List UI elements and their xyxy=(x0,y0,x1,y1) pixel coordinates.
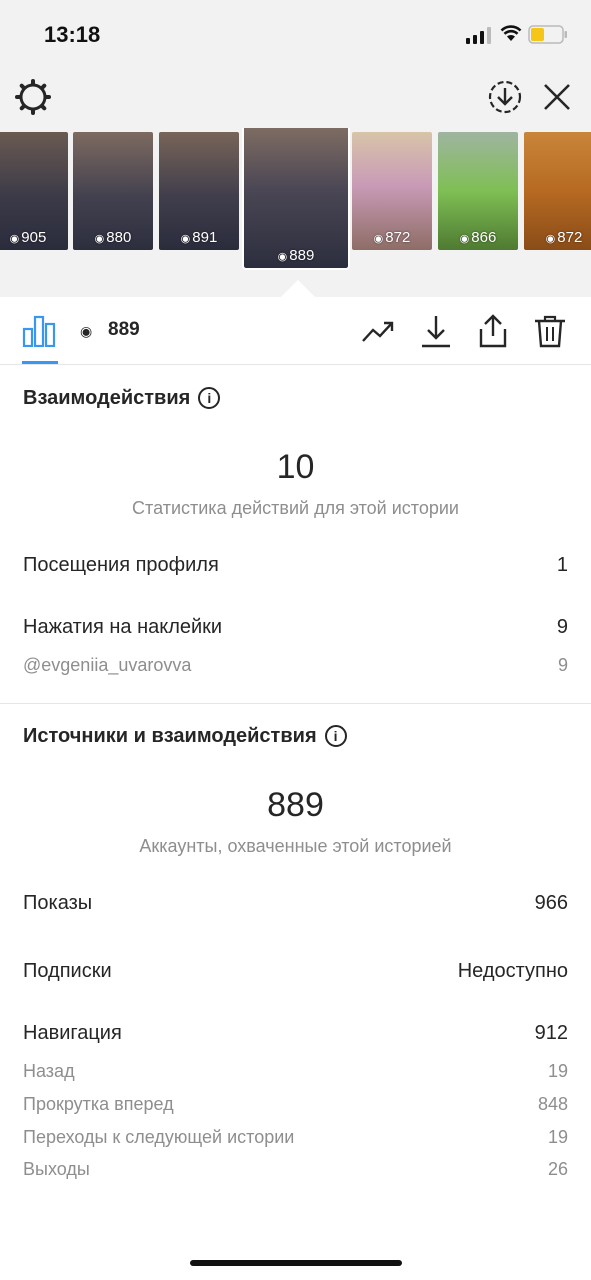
stat-label: Переходы к следующей истории xyxy=(23,1127,295,1147)
stat-value: 19 xyxy=(547,1061,568,1081)
wifi-icon xyxy=(500,25,522,41)
status-time: 13:18 xyxy=(44,22,101,47)
story-view-count: ◉ 872 xyxy=(373,229,411,246)
eye-icon: ◉ xyxy=(373,233,384,245)
stat-row: Нажатия на наклейки 9 xyxy=(23,616,568,639)
stat-value: 19 xyxy=(547,1127,568,1147)
story-thumbnail[interactable]: ◉ 872 xyxy=(524,132,591,250)
eye-icon: ◉ xyxy=(94,233,105,245)
story-view-count: ◉ 872 xyxy=(545,229,583,246)
interactions-title: Взаимодействия i xyxy=(23,387,221,410)
eye-icon: ◉ xyxy=(9,233,20,245)
save-story-icon[interactable] xyxy=(486,78,524,116)
signal-icon xyxy=(466,27,491,44)
stat-value: 9 xyxy=(557,655,568,675)
stat-label: Нажатия на наклейки xyxy=(23,616,223,638)
stat-row: Посещения профиля 1 xyxy=(23,554,568,577)
status-bar: 13:18 xyxy=(0,0,591,70)
stat-value: 26 xyxy=(547,1159,568,1179)
eye-icon: ◉ xyxy=(459,233,470,245)
stat-sub-row: Выходы 26 xyxy=(23,1159,568,1180)
stat-sub-row: Назад 19 xyxy=(23,1061,568,1082)
info-icon[interactable]: i xyxy=(198,387,221,409)
story-thumbnail-selected[interactable]: ◉ 889 xyxy=(242,128,350,270)
stat-row: Навигация 912 xyxy=(23,1022,568,1045)
eye-icon: ◉ xyxy=(180,233,191,245)
story-view-count: ◉ 866 xyxy=(459,229,497,246)
home-indicator[interactable] xyxy=(190,1260,402,1266)
story-thumbnail[interactable]: ◉ 905 xyxy=(0,132,68,250)
story-view-count: ◉ 891 xyxy=(180,229,218,246)
stat-label: @evgeniia_uvarovva xyxy=(23,655,192,675)
stat-row: Показы 966 xyxy=(23,892,568,915)
stat-sub-row: Прокрутка вперед 848 xyxy=(23,1094,568,1115)
stat-label: Посещения профиля xyxy=(23,554,219,576)
views-count: 889 xyxy=(108,319,140,340)
bar-chart-icon[interactable] xyxy=(22,315,56,347)
sources-title: Источники и взаимодействия i xyxy=(23,725,347,748)
story-thumbnail[interactable]: ◉ 872 xyxy=(352,132,432,250)
interactions-caption: Статистика действий для этой истории xyxy=(132,498,459,518)
story-header: 13:18 ◉ 905 ◉ 880 ◉ 891 ◉ 889 ◉ 872 ◉ 86… xyxy=(0,0,591,297)
stat-label: Подписки xyxy=(23,960,112,982)
insights-toolbar: ◉ 889 xyxy=(0,297,591,365)
reach-caption: Аккаунты, охваченные этой историей xyxy=(139,836,452,856)
stat-value: 1 xyxy=(556,554,568,576)
stat-value: 9 xyxy=(556,616,568,638)
info-icon[interactable]: i xyxy=(324,725,347,747)
settings-gear-icon[interactable] xyxy=(14,78,52,116)
stories-strip[interactable]: ◉ 905 ◉ 880 ◉ 891 ◉ 889 ◉ 872 ◉ 866 ◉ 872 xyxy=(0,128,591,273)
story-thumbnail[interactable]: ◉ 866 xyxy=(438,132,518,250)
stat-label: Выходы xyxy=(23,1159,90,1179)
stat-label: Назад xyxy=(23,1061,75,1081)
stat-value: 912 xyxy=(534,1022,568,1044)
stat-row: Подписки Недоступно xyxy=(23,960,568,983)
selection-pointer xyxy=(280,280,316,298)
eye-icon: ◉ xyxy=(277,251,288,263)
trending-icon[interactable] xyxy=(360,313,396,349)
stat-sub-row: @evgeniia_uvarovva 9 xyxy=(23,655,568,676)
eye-icon: ◉ xyxy=(80,323,93,339)
active-tab-indicator xyxy=(22,361,58,364)
story-view-count: ◉ 889 xyxy=(277,247,315,264)
stat-value: 966 xyxy=(534,892,568,914)
stat-label: Навигация xyxy=(23,1022,122,1044)
share-icon[interactable] xyxy=(475,313,511,349)
story-thumbnail[interactable]: ◉ 880 xyxy=(73,132,153,250)
story-view-count: ◉ 905 xyxy=(9,229,47,246)
battery-icon xyxy=(528,25,567,44)
reach-total: 889 xyxy=(267,786,324,824)
download-icon[interactable] xyxy=(418,313,454,349)
story-view-count: ◉ 880 xyxy=(94,229,132,246)
close-icon[interactable] xyxy=(540,80,574,114)
stat-label: Прокрутка вперед xyxy=(23,1094,174,1114)
eye-icon: ◉ xyxy=(545,233,556,245)
story-thumbnail[interactable]: ◉ 891 xyxy=(159,132,239,250)
stat-sub-row: Переходы к следующей истории 19 xyxy=(23,1127,568,1148)
stat-value: Недоступно xyxy=(457,960,568,982)
stat-value: 848 xyxy=(537,1094,568,1114)
stat-label: Показы xyxy=(23,892,93,914)
trash-icon[interactable] xyxy=(532,313,568,349)
section-divider xyxy=(0,703,591,704)
interactions-total: 10 xyxy=(276,448,315,486)
